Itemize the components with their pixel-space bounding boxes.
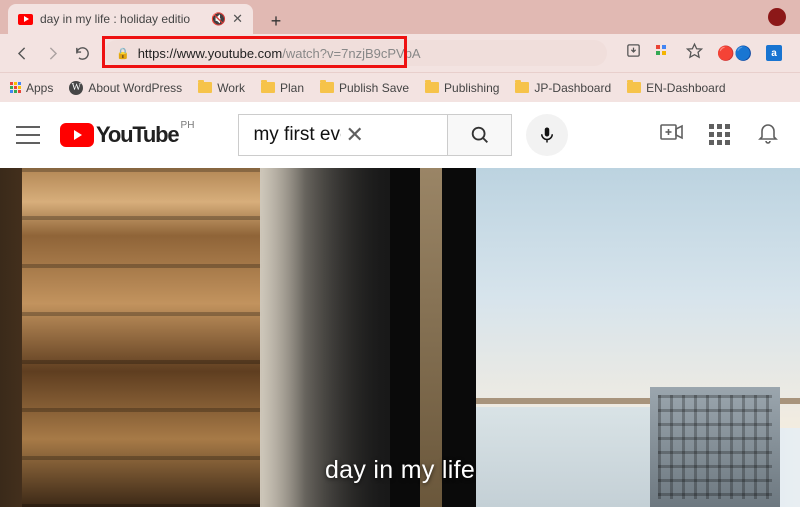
search-input[interactable]: my first ever vlog ✕: [238, 114, 448, 156]
bookmark-folder-publishing[interactable]: Publishing: [425, 81, 499, 95]
address-bar[interactable]: 🔒 https://www.youtube.com/watch?v=7nzjB9…: [104, 40, 607, 66]
youtube-apps-icon[interactable]: [709, 124, 730, 145]
translate-icon[interactable]: [656, 45, 672, 61]
new-tab-button[interactable]: +: [263, 8, 289, 34]
bookmark-folder-plan[interactable]: Plan: [261, 81, 304, 95]
tab-close-icon[interactable]: ✕: [232, 11, 243, 27]
youtube-play-icon: [60, 123, 94, 147]
bookmark-star-icon[interactable]: [686, 42, 703, 64]
reload-button[interactable]: [68, 39, 96, 67]
extension-icon-1[interactable]: 🔴🔵: [717, 45, 752, 62]
forward-button[interactable]: [38, 39, 66, 67]
lock-icon: 🔒: [116, 47, 130, 60]
tab-title: day in my life : holiday editio: [40, 12, 205, 26]
clear-search-icon[interactable]: ✕: [341, 122, 437, 148]
search-value: my first ever vlog: [253, 124, 341, 146]
install-app-icon[interactable]: [625, 42, 642, 64]
bookmark-about-wordpress[interactable]: WAbout WordPress: [69, 81, 182, 95]
youtube-logo[interactable]: YouTube PH: [60, 122, 178, 148]
bookmark-folder-publish-save[interactable]: Publish Save: [320, 81, 409, 95]
video-player[interactable]: day in my life: [0, 168, 800, 507]
tab-mute-icon[interactable]: 🔇: [211, 12, 226, 26]
url-domain: https://www.youtube.com: [138, 46, 283, 61]
video-caption: day in my life: [0, 456, 800, 485]
region-label: PH: [181, 120, 195, 131]
bookmark-apps[interactable]: Apps: [10, 81, 53, 95]
voice-search-button[interactable]: [526, 114, 568, 156]
browser-tab[interactable]: day in my life : holiday editio 🔇 ✕: [8, 4, 253, 34]
menu-button[interactable]: [16, 126, 40, 144]
bookmark-folder-en-dashboard[interactable]: EN-Dashboard: [627, 81, 725, 95]
notifications-button[interactable]: [756, 120, 780, 149]
back-button[interactable]: [8, 39, 36, 67]
youtube-favicon-icon: [18, 14, 33, 25]
browser-profile-avatar[interactable]: [768, 8, 786, 26]
bookmark-folder-jp-dashboard[interactable]: JP-Dashboard: [515, 81, 611, 95]
bookmarks-bar: Apps WAbout WordPress Work Plan Publish …: [0, 72, 800, 102]
create-button[interactable]: [659, 120, 683, 149]
extension-icon-2[interactable]: a: [766, 45, 782, 61]
search-button[interactable]: [448, 114, 512, 156]
bookmark-folder-work[interactable]: Work: [198, 81, 245, 95]
url-path: /watch?v=7nzjB9cPVpA: [282, 46, 420, 61]
youtube-header: YouTube PH my first ever vlog ✕: [0, 102, 800, 168]
